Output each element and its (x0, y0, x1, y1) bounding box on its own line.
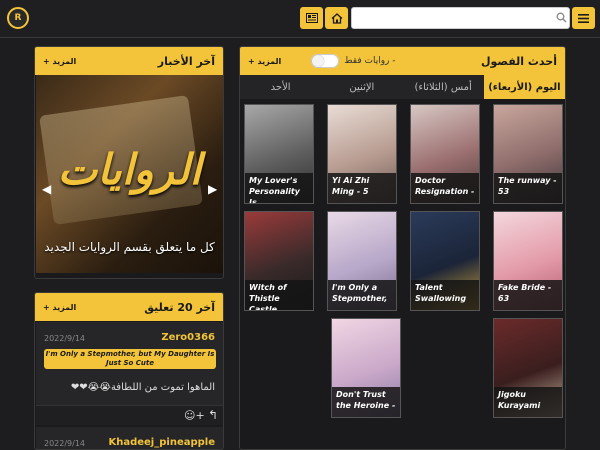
comment-actions: ☺+ ↰ (36, 405, 223, 425)
chapter-title: Witch of Thistle Castle (245, 280, 313, 310)
latest-comments-title: آخر 20 تعليق (144, 300, 215, 314)
comment-username[interactable]: Khadeej_pineapple (108, 437, 215, 448)
chapter-card[interactable]: I'm Only a Stepmother, (327, 211, 397, 311)
news-image-title: الروايات (57, 145, 202, 194)
slide-prev-icon[interactable]: ◀ (42, 182, 51, 196)
search-input[interactable] (352, 10, 569, 31)
tab-sunday[interactable]: الأحد (240, 75, 321, 99)
site-logo[interactable]: R (7, 7, 29, 29)
top-bar: R (0, 0, 600, 38)
comment-text: الماهوا تموت من اللطافة😭😭❤❤ (70, 382, 215, 393)
news-icon-button[interactable] (300, 7, 323, 29)
chapter-card[interactable]: Doctor Resignation - (410, 104, 480, 204)
chapter-card[interactable]: Fake Bride - 63 (493, 211, 563, 311)
comment-date: 2022/9/14 (44, 334, 86, 343)
comments-more-link[interactable]: + المزيد (43, 303, 76, 312)
chapter-card[interactable]: Talent Swallowing (410, 211, 480, 311)
chapter-card[interactable]: My Lover's Personality Is (244, 104, 314, 204)
chapter-title: Fake Bride - 63 (494, 280, 562, 310)
latest-chapters-header: أحدث الفصول - روايات فقط + المزيد (240, 47, 565, 75)
chapter-card[interactable]: Yi Ai Zhi Ming - 5 (327, 104, 397, 204)
latest-chapters-title: أحدث الفصول (480, 54, 557, 68)
slide-next-icon[interactable]: ▶ (208, 182, 217, 196)
novels-only-toggle[interactable] (311, 54, 340, 68)
newspaper-icon (305, 13, 318, 23)
home-button[interactable] (325, 7, 348, 29)
chapter-title: Don't Trust the Heroine - (332, 387, 400, 417)
comment-item: Zero0366 2022/9/14 I'm Only a Stepmother… (36, 322, 223, 405)
latest-chapters-panel: أحدث الفصول - روايات فقط + المزيد اليوم … (239, 46, 566, 450)
chapter-card[interactable]: Don't Trust the Heroine - (331, 318, 401, 418)
comment-series-link[interactable]: I'm Only a Stepmother, but My Daughter I… (44, 349, 216, 369)
news-more-link[interactable]: + المزيد (43, 57, 76, 66)
news-caption: كل ما يتعلق بقسم الروايات الجديد (44, 240, 215, 254)
home-icon (331, 12, 342, 24)
latest-news-header: آخر الأخبار + المزيد (35, 47, 223, 75)
chapter-card[interactable]: Witch of Thistle Castle (244, 211, 314, 311)
menu-button[interactable] (572, 7, 595, 29)
chapter-title: Doctor Resignation - (411, 173, 479, 203)
news-slide[interactable]: الروايات كل ما يتعلق بقسم الروايات الجدي… (36, 75, 223, 273)
chapter-title: Talent Swallowing (411, 280, 479, 310)
search-icon[interactable] (556, 12, 567, 23)
novels-only-label: - روايات فقط (344, 56, 396, 66)
tab-yesterday[interactable]: أمس (الثلاثاء) (403, 75, 484, 99)
tab-monday[interactable]: الإثنين (321, 75, 402, 99)
latest-comments-header: آخر 20 تعليق + المزيد (35, 293, 223, 321)
chapter-title: I'm Only a Stepmother, (328, 280, 396, 310)
search-box[interactable] (351, 7, 570, 31)
latest-news-panel: آخر الأخبار + المزيد الروايات كل ما يتعل… (34, 46, 224, 279)
comment-date: 2022/9/14 (44, 439, 86, 448)
tab-today[interactable]: اليوم (الأربعاء) (483, 75, 565, 99)
chapter-card[interactable]: The runway - 53 (493, 104, 563, 204)
chapter-title: My Lover's Personality Is (245, 173, 313, 203)
chapter-card[interactable]: Jigoku Kurayami (493, 318, 563, 418)
comment-username[interactable]: Zero0366 (161, 332, 215, 343)
day-tabs: اليوم (الأربعاء) أمس (الثلاثاء) الإثنين … (240, 75, 565, 99)
latest-comments-panel: آخر 20 تعليق + المزيد Zero0366 2022/9/14… (34, 292, 224, 450)
reply-icon[interactable]: ↰ (208, 408, 218, 422)
logo-text: R (14, 13, 22, 23)
chapter-title: Yi Ai Zhi Ming - 5 (328, 173, 396, 203)
comment-item: Khadeej_pineapple 2022/9/14 (36, 427, 223, 449)
chapters-more-link[interactable]: + المزيد (248, 57, 281, 66)
chapter-title: Jigoku Kurayami (494, 387, 562, 417)
hamburger-menu-icon (578, 13, 589, 23)
novels-only-filter: - روايات فقط (311, 54, 396, 68)
react-icon[interactable]: ☺+ (184, 409, 205, 422)
latest-news-title: آخر الأخبار (157, 54, 215, 68)
chapter-title: The runway - 53 (494, 173, 562, 203)
